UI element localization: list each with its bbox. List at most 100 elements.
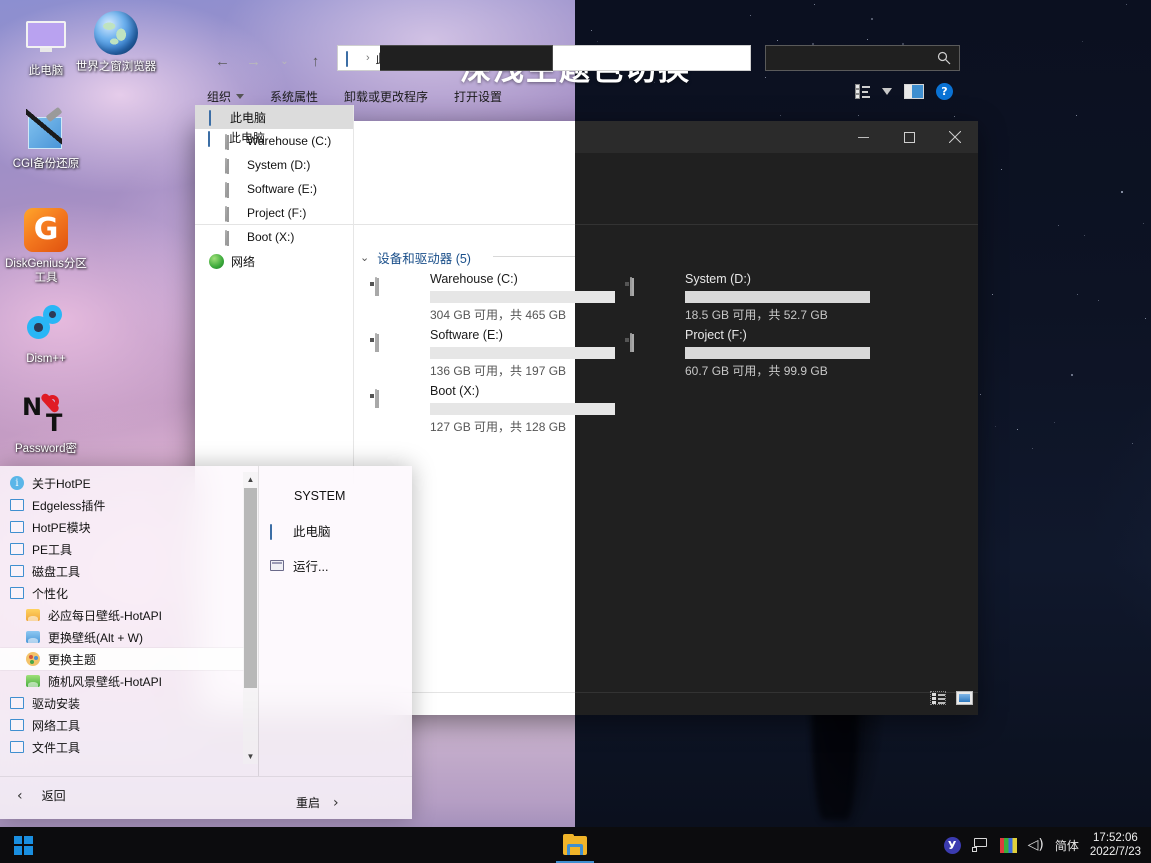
- drive-tile-0[interactable]: Warehouse (C:)304 GB 可用，共 465 GB: [375, 272, 615, 328]
- folder-icon: [10, 587, 24, 599]
- start-menu-item-5[interactable]: 个性化: [0, 582, 244, 604]
- start-menu-item-label: 更换主题: [48, 651, 96, 668]
- tree-item-6[interactable]: 网络: [195, 249, 353, 273]
- start-menu-right-item-0[interactable]: SYSTEM: [266, 478, 406, 513]
- forward-arrow-icon[interactable]: →: [238, 48, 269, 74]
- start-menu-item-label: 文件工具: [32, 739, 80, 756]
- start-menu-item-1[interactable]: Edgeless插件: [0, 494, 244, 516]
- desktop-icon-browser[interactable]: 世界之窗浏览器: [70, 8, 162, 74]
- drive-tile-3[interactable]: Project (F:)60.7 GB 可用，共 99.9 GB: [630, 328, 870, 384]
- diskgenius-icon: G: [0, 205, 92, 255]
- desktop-icon-diskgenius[interactable]: G DiskGenius分区工具: [0, 205, 92, 285]
- color-profile-icon[interactable]: [1000, 838, 1017, 853]
- details-view-icon[interactable]: [930, 691, 946, 705]
- volume-icon[interactable]: ◁): [1028, 837, 1044, 853]
- drive-capacity-text: 127 GB 可用，共 128 GB: [430, 418, 566, 435]
- start-menu-right-label: 运行...: [293, 556, 328, 575]
- start-menu-item-9[interactable]: 随机风景壁纸-HotAPI: [0, 670, 244, 692]
- open-settings-button[interactable]: 打开设置: [454, 88, 502, 105]
- folder-icon: [10, 565, 24, 577]
- drive-capacity-bar: [430, 291, 615, 303]
- toolbar-commands[interactable]: 组织 系统属性 卸载或更改程序 打开设置: [207, 88, 502, 105]
- start-menu-item-label: Edgeless插件: [32, 497, 105, 514]
- desktop-icon-dism[interactable]: Dism++: [0, 300, 92, 366]
- start-menu-item-label: 随机风景壁纸-HotAPI: [48, 673, 162, 690]
- start-menu-item-3[interactable]: PE工具: [0, 538, 244, 560]
- folder-icon: [10, 543, 24, 555]
- start-menu-scrollbar[interactable]: ▲ ▼: [243, 472, 258, 764]
- drive-tile-1[interactable]: System (D:)18.5 GB 可用，共 52.7 GB: [630, 272, 870, 328]
- wallpaper-green-icon: [26, 675, 40, 687]
- back-button[interactable]: ‹ 返回: [17, 787, 66, 804]
- status-dark: [575, 692, 978, 715]
- tree-item-5[interactable]: Boot (X:): [195, 225, 353, 249]
- chevron-down-icon[interactable]: ⌄: [360, 251, 369, 264]
- uninstall-button[interactable]: 卸载或更改程序: [344, 88, 428, 105]
- chevron-up-icon[interactable]: ▲: [243, 472, 258, 487]
- tree-item-3[interactable]: Software (E:): [195, 177, 353, 201]
- start-menu-item-7[interactable]: 更换壁纸(Alt + W): [0, 626, 244, 648]
- details-pane-icon[interactable]: [855, 84, 870, 99]
- start-menu-item-0[interactable]: i关于HotPE: [0, 472, 244, 494]
- chevron-down-icon[interactable]: ⌄: [269, 48, 300, 74]
- organize-button[interactable]: 组织: [207, 88, 244, 105]
- status-view-buttons[interactable]: [930, 691, 973, 705]
- chevron-down-icon[interactable]: [882, 88, 892, 95]
- address-bar-dark-overlay: [380, 45, 553, 71]
- start-menu-item-6[interactable]: 必应每日壁纸-HotAPI: [0, 604, 244, 626]
- user-icon: [270, 488, 285, 503]
- large-icons-view-icon[interactable]: [956, 691, 973, 705]
- yandex-icon[interactable]: У: [944, 837, 961, 854]
- taskbar-clock[interactable]: 17:52:06 2022/7/23: [1090, 831, 1141, 859]
- start-menu-item-10[interactable]: 驱动安装: [0, 692, 244, 714]
- drive-tile-2[interactable]: Software (E:)136 GB 可用，共 197 GB: [375, 328, 615, 384]
- system-properties-button[interactable]: 系统属性: [270, 88, 318, 105]
- tree-item-label: Boot (X:): [247, 230, 294, 244]
- start-menu-right-panel[interactable]: SYSTEM此电脑运行...: [266, 478, 406, 583]
- back-label: 返回: [42, 787, 66, 804]
- preview-pane-icon[interactable]: [904, 84, 924, 99]
- network-icon[interactable]: [972, 838, 989, 852]
- chevron-left-icon: ‹: [17, 788, 23, 804]
- start-menu-item-8[interactable]: 更换主题: [0, 648, 244, 670]
- restart-button[interactable]: 重启 ›: [296, 794, 339, 811]
- maximize-icon[interactable]: [886, 121, 932, 153]
- drive-icon: [225, 159, 240, 172]
- back-arrow-icon[interactable]: ←: [207, 48, 238, 74]
- start-menu-item-11[interactable]: 网络工具: [0, 714, 244, 736]
- toolbar-view-options[interactable]: ?: [855, 83, 953, 100]
- taskbar[interactable]: У ◁) 简体 17:52:06 2022/7/23: [0, 827, 1151, 863]
- navigation-buttons[interactable]: ← → ⌄ ↑: [207, 48, 331, 74]
- drive-tile-4[interactable]: Boot (X:)127 GB 可用，共 128 GB: [375, 384, 615, 440]
- start-menu-list[interactable]: i关于HotPE Edgeless插件 HotPE模块PE工具磁盘工具个性化必应每日…: [0, 472, 244, 758]
- system-tray[interactable]: У ◁) 简体 17:52:06 2022/7/23: [944, 827, 1151, 863]
- tree-item-2[interactable]: System (D:): [195, 153, 353, 177]
- tree-item-1[interactable]: Warehouse (C:): [195, 129, 353, 153]
- desktop-icon-password[interactable]: NT Password密: [0, 390, 92, 456]
- tree-item-4[interactable]: Project (F:): [195, 201, 353, 225]
- start-menu-right-item-2[interactable]: 运行...: [266, 548, 406, 583]
- chevron-down-icon[interactable]: ▼: [243, 749, 258, 764]
- tree-item-0[interactable]: 此电脑: [195, 105, 353, 129]
- minimize-icon[interactable]: [840, 121, 886, 153]
- start-menu-item-4[interactable]: 磁盘工具: [0, 560, 244, 582]
- desktop-icon-cgi-backup[interactable]: CGI备份还原: [0, 105, 92, 171]
- close-icon[interactable]: [932, 121, 978, 153]
- this-pc-icon: [270, 525, 284, 537]
- window-controls[interactable]: [840, 121, 978, 153]
- taskbar-file-explorer[interactable]: [556, 827, 594, 863]
- start-button[interactable]: [0, 827, 46, 863]
- start-menu-item-12[interactable]: 文件工具: [0, 736, 244, 758]
- devices-section-header[interactable]: ⌄ 设备和驱动器 (5): [360, 248, 471, 267]
- scrollbar-thumb[interactable]: [244, 488, 257, 688]
- search-input[interactable]: [765, 45, 960, 71]
- help-icon[interactable]: ?: [936, 83, 953, 100]
- wallpaper-blue-icon: [26, 631, 40, 643]
- ime-indicator[interactable]: 简体: [1055, 837, 1079, 854]
- start-menu-item-2[interactable]: HotPE模块: [0, 516, 244, 538]
- browser-globe-icon: [70, 8, 162, 58]
- start-menu-right-item-1[interactable]: 此电脑: [266, 513, 406, 548]
- chevron-right-icon: ›: [333, 795, 339, 811]
- navigation-tree[interactable]: 此电脑Warehouse (C:)System (D:)Software (E:…: [195, 105, 353, 273]
- up-arrow-icon[interactable]: ↑: [300, 48, 331, 74]
